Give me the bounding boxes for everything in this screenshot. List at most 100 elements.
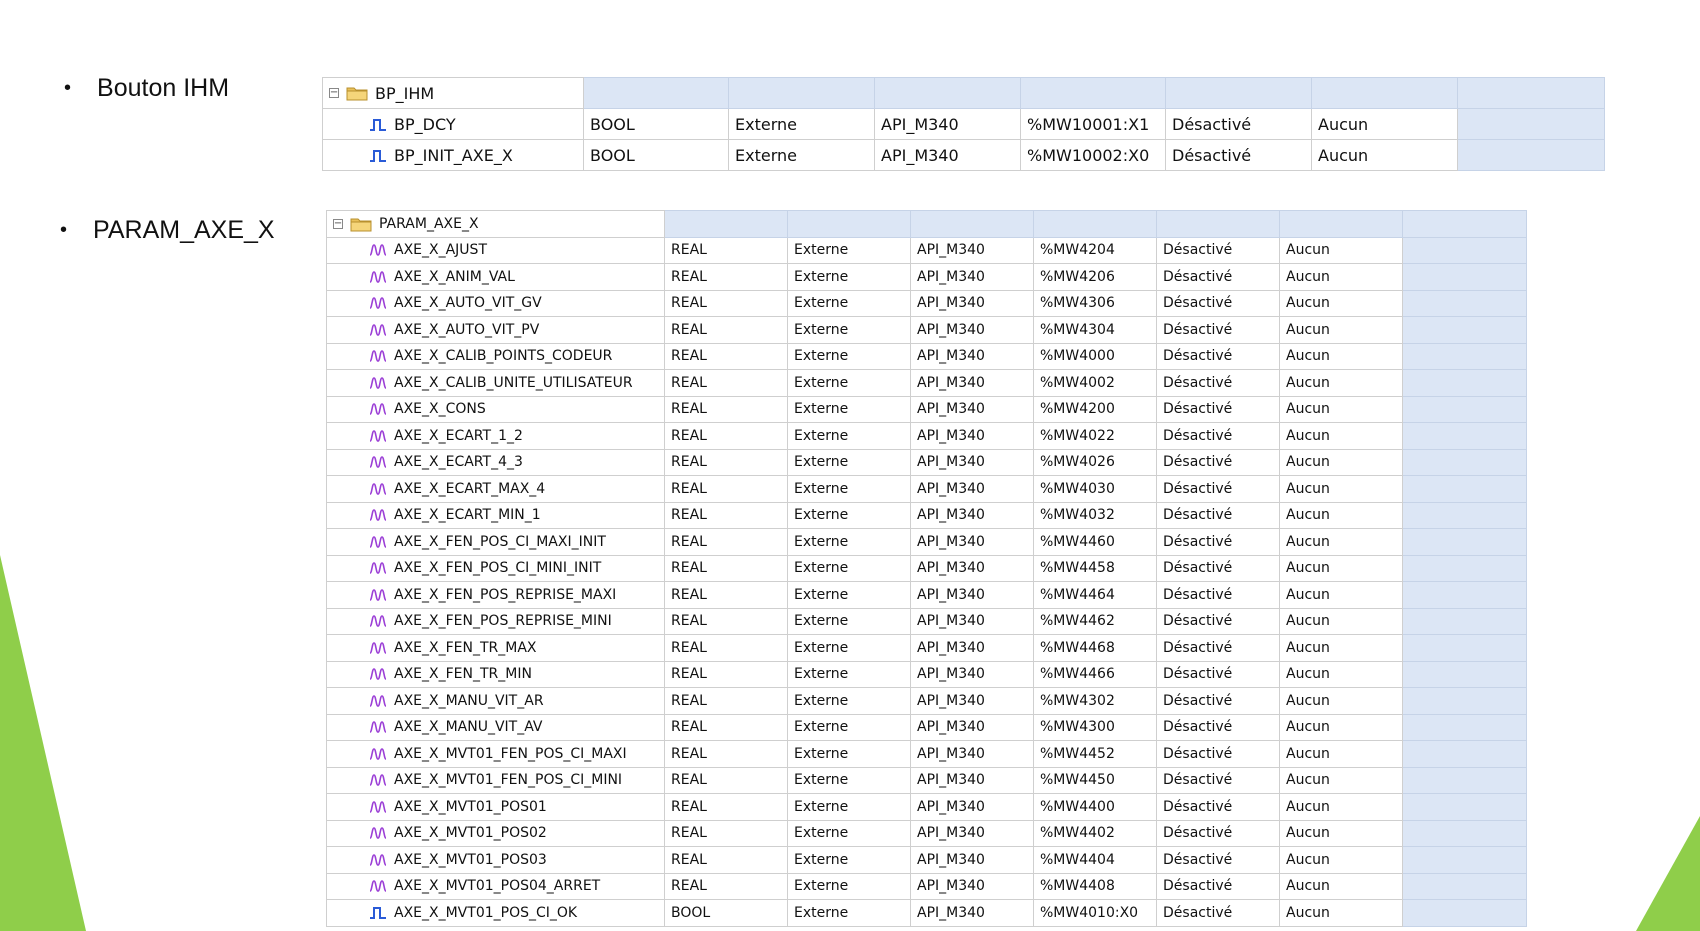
table-row[interactable]: BP_DCY BOOL Externe API_M340 %MW10001:X1 Désa… xyxy=(322,108,1605,140)
variable-name-cell: AXE_X_FEN_TR_MIN xyxy=(326,661,665,688)
group-name-cell: − BP_IHM xyxy=(322,77,584,109)
group-row[interactable]: − BP_IHM xyxy=(322,77,1605,109)
variable-name-cell: AXE_X_MVT01_POS_CI_OK xyxy=(326,899,665,927)
empty-cell xyxy=(1402,899,1527,927)
variable-scope: Externe xyxy=(787,793,911,821)
empty-cell xyxy=(1402,343,1527,370)
empty-cell xyxy=(1402,422,1527,450)
table-row[interactable]: AXE_X_AJUST REAL Externe API_M340 %MW4204 Dés… xyxy=(326,237,1527,264)
table-row[interactable]: AXE_X_MVT01_POS01 REAL Externe API_M340 %MW4… xyxy=(326,793,1527,821)
table-row[interactable]: AXE_X_ECART_1_2 REAL Externe API_M340 %MW402… xyxy=(326,422,1527,450)
table-row[interactable]: AXE_X_ECART_MAX_4 REAL Externe API_M340 %MW4… xyxy=(326,475,1527,503)
table-row[interactable]: AXE_X_FEN_TR_MAX REAL Externe API_M340 %MW44… xyxy=(326,634,1527,662)
variable-action: Aucun xyxy=(1279,714,1403,741)
variable-device: API_M340 xyxy=(910,767,1034,794)
table-row[interactable]: AXE_X_FEN_POS_CI_MAXI_INIT REAL Externe API… xyxy=(326,528,1527,556)
variable-device: API_M340 xyxy=(910,714,1034,741)
variable-name: AXE_X_ECART_MIN_1 xyxy=(394,507,541,524)
variable-address: %MW4466 xyxy=(1033,661,1157,688)
table-row[interactable]: AXE_X_CALIB_POINTS_CODEUR REAL Externe API_… xyxy=(326,343,1527,370)
empty-cell xyxy=(1402,290,1527,317)
variable-device: API_M340 xyxy=(910,290,1034,317)
table-row[interactable]: AXE_X_MVT01_FEN_POS_CI_MAXI REAL Externe AP… xyxy=(326,740,1527,768)
table-row[interactable]: BP_INIT_AXE_X BOOL Externe API_M340 %MW10002… xyxy=(322,139,1605,171)
variable-name: AXE_X_MVT01_FEN_POS_CI_MAXI xyxy=(394,745,627,762)
table-row[interactable]: AXE_X_MVT01_POS03 REAL Externe API_M340 %MW4… xyxy=(326,846,1527,874)
real-icon xyxy=(369,667,387,681)
bullet-param-axe-x: • PARAM_AXE_X xyxy=(60,216,275,245)
variable-scope: Externe xyxy=(787,528,911,556)
variable-device: API_M340 xyxy=(910,422,1034,450)
group-empty-cell xyxy=(1402,210,1527,238)
variable-address: %MW4400 xyxy=(1033,793,1157,821)
variable-address: %MW4306 xyxy=(1033,290,1157,317)
variable-action: Aucun xyxy=(1279,396,1403,423)
variable-status: Désactivé xyxy=(1156,263,1280,291)
empty-cell xyxy=(1402,661,1527,688)
empty-cell xyxy=(1402,608,1527,635)
variable-name: AXE_X_MVT01_POS_CI_OK xyxy=(394,904,578,921)
variable-address: %MW4452 xyxy=(1033,740,1157,768)
variable-action: Aucun xyxy=(1279,343,1403,370)
variable-device: API_M340 xyxy=(910,661,1034,688)
variable-name-cell: BP_INIT_AXE_X xyxy=(322,139,584,171)
variable-name: AXE_X_FEN_TR_MIN xyxy=(394,666,532,683)
real-icon xyxy=(369,376,387,390)
table-row[interactable]: AXE_X_ANIM_VAL REAL Externe API_M340 %MW4206… xyxy=(326,263,1527,291)
variable-scope: Externe xyxy=(787,740,911,768)
green-triangle-right xyxy=(1636,816,1700,931)
table-row[interactable]: AXE_X_AUTO_VIT_GV REAL Externe API_M340 %MW4… xyxy=(326,290,1527,317)
variable-action: Aucun xyxy=(1279,290,1403,317)
table-row[interactable]: AXE_X_MVT01_POS04_ARRET REAL Externe API_M3… xyxy=(326,873,1527,900)
empty-cell xyxy=(1402,555,1527,582)
collapse-icon[interactable]: − xyxy=(329,88,339,98)
table-row[interactable]: AXE_X_MVT01_POS02 REAL Externe API_M340 %MW4… xyxy=(326,820,1527,847)
variable-type: REAL xyxy=(664,555,788,582)
variable-status: Désactivé xyxy=(1165,139,1312,171)
variable-name-cell: AXE_X_FEN_POS_REPRISE_MAXI xyxy=(326,581,665,609)
variable-type: REAL xyxy=(664,581,788,609)
variable-action: Aucun xyxy=(1311,108,1458,140)
collapse-icon[interactable]: − xyxy=(333,218,343,229)
table-row[interactable]: AXE_X_FEN_POS_REPRISE_MINI REAL Externe API… xyxy=(326,608,1527,635)
variable-action: Aucun xyxy=(1279,528,1403,556)
group-row[interactable]: − PARAM_AXE_X xyxy=(326,210,1527,238)
variable-scope: Externe xyxy=(787,369,911,397)
table-row[interactable]: AXE_X_AUTO_VIT_PV REAL Externe API_M340 %MW4… xyxy=(326,316,1527,344)
variable-name-cell: AXE_X_AJUST xyxy=(326,237,665,264)
bullet-label: Bouton IHM xyxy=(97,74,230,102)
real-icon xyxy=(369,296,387,310)
empty-cell xyxy=(1402,449,1527,476)
table-row[interactable]: AXE_X_FEN_TR_MIN REAL Externe API_M340 %MW44… xyxy=(326,661,1527,688)
real-icon xyxy=(369,349,387,363)
variable-address: %MW4404 xyxy=(1033,846,1157,874)
table-row[interactable]: AXE_X_ECART_4_3 REAL Externe API_M340 %MW402… xyxy=(326,449,1527,476)
variable-type: REAL xyxy=(664,316,788,344)
table-row[interactable]: AXE_X_FEN_POS_REPRISE_MAXI REAL Externe API… xyxy=(326,581,1527,609)
table-row[interactable]: AXE_X_MANU_VIT_AV REAL Externe API_M340 %MW4… xyxy=(326,714,1527,741)
table-row[interactable]: AXE_X_MVT01_POS_CI_OK BOOL Externe API_M340… xyxy=(326,899,1527,927)
variable-device: API_M340 xyxy=(910,316,1034,344)
variable-type: REAL xyxy=(664,846,788,874)
group-empty-cell xyxy=(1020,77,1166,109)
variable-name-cell: AXE_X_MANU_VIT_AR xyxy=(326,687,665,715)
table-row[interactable]: AXE_X_CALIB_UNITE_UTILISATEUR REAL Externe… xyxy=(326,369,1527,397)
variable-device: API_M340 xyxy=(910,555,1034,582)
variable-name-cell: AXE_X_MVT01_POS01 xyxy=(326,793,665,821)
empty-cell xyxy=(1402,263,1527,291)
table-row[interactable]: AXE_X_ECART_MIN_1 REAL Externe API_M340 %MW4… xyxy=(326,502,1527,529)
variable-address: %MW4002 xyxy=(1033,369,1157,397)
table-row[interactable]: AXE_X_MVT01_FEN_POS_CI_MINI REAL Externe AP… xyxy=(326,767,1527,794)
bullet-label: PARAM_AXE_X xyxy=(93,216,275,244)
real-icon xyxy=(369,243,387,257)
table-row[interactable]: AXE_X_CONS REAL Externe API_M340 %MW4200 Désa… xyxy=(326,396,1527,423)
table-row[interactable]: AXE_X_FEN_POS_CI_MINI_INIT REAL Externe API… xyxy=(326,555,1527,582)
variable-device: API_M340 xyxy=(910,263,1034,291)
variable-scope: Externe xyxy=(787,396,911,423)
variable-name-cell: AXE_X_ECART_MAX_4 xyxy=(326,475,665,503)
variable-type: REAL xyxy=(664,475,788,503)
variable-address: %MW4200 xyxy=(1033,396,1157,423)
variable-name-cell: AXE_X_CALIB_POINTS_CODEUR xyxy=(326,343,665,370)
table-row[interactable]: AXE_X_MANU_VIT_AR REAL Externe API_M340 %MW4… xyxy=(326,687,1527,715)
variable-device: API_M340 xyxy=(910,475,1034,503)
